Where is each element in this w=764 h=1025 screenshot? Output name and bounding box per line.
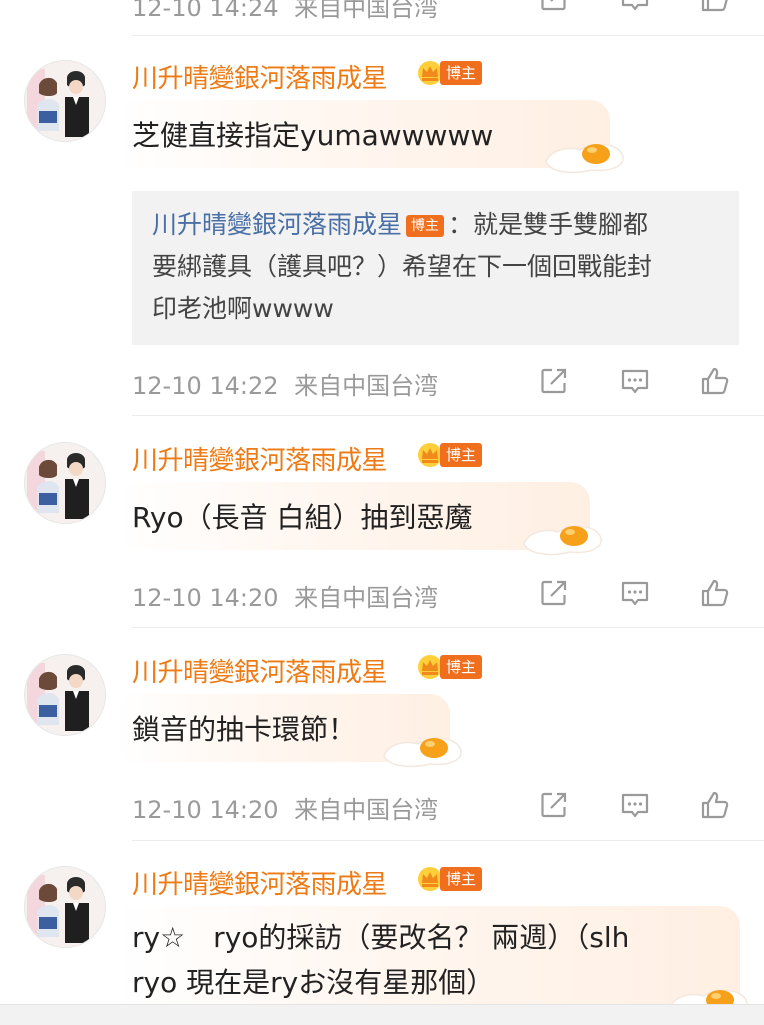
egg-icon: [518, 514, 606, 558]
share-icon[interactable]: [538, 0, 570, 14]
comment-meta: 12-10 14:20 来自中国台湾: [132, 578, 438, 613]
divider: [132, 627, 764, 628]
comment-time: 12-10 14:24: [132, 0, 279, 22]
avatar[interactable]: [24, 654, 106, 736]
avatar[interactable]: [24, 442, 106, 524]
avatar[interactable]: [24, 60, 106, 142]
divider: [132, 35, 764, 36]
author-badge: 博主: [416, 442, 483, 468]
share-icon[interactable]: [538, 789, 570, 821]
comment-source: 来自中国台湾: [294, 372, 439, 400]
avatar[interactable]: [24, 866, 106, 948]
badge-label: 博主: [440, 61, 483, 85]
comment-icon[interactable]: [619, 789, 651, 821]
comment-icon[interactable]: [619, 365, 651, 397]
comment-time: 12-10 14:20: [132, 584, 279, 612]
author-name[interactable]: 川升晴變銀河落雨成星: [132, 652, 388, 689]
share-icon[interactable]: [538, 365, 570, 397]
author-badge: 博主: [416, 60, 483, 86]
divider: [132, 415, 764, 416]
comment-text-line2: ryo 現在是ryお沒有星那個）: [132, 966, 495, 999]
badge-label: 博主: [440, 867, 483, 891]
badge-label: 博主: [440, 443, 483, 467]
quoted-reply-text: 川升晴變銀河落雨成星 博主 ：就是雙手雙腳都 要綁護具（護具吧？）希望在下一個回戰能…: [152, 204, 722, 330]
reply-line2: 要綁護具（護具吧？）希望在下一個回戰能封: [152, 252, 653, 281]
comment-text: 鎖音的抽卡環節！: [132, 713, 357, 746]
comment-time: 12-10 14:20: [132, 796, 279, 824]
divider: [132, 840, 764, 841]
comment-meta: 12-10 14:22 来自中国台湾: [132, 366, 438, 401]
author-name[interactable]: 川升晴變銀河落雨成星: [132, 58, 388, 95]
author-badge: 博主: [416, 654, 483, 680]
comment-source: 来自中国台湾: [294, 796, 439, 824]
badge-label: 博主: [440, 655, 483, 679]
share-icon[interactable]: [538, 577, 570, 609]
comment-text-line1: ry☆ ryo的採訪（要改名？ 兩週）（slh: [132, 921, 630, 954]
comment-icon[interactable]: [619, 0, 651, 14]
reply-badge: 博主: [406, 215, 445, 237]
author-name[interactable]: 川升晴變銀河落雨成星: [132, 864, 388, 901]
egg-icon: [540, 132, 628, 176]
reply-author[interactable]: 川升晴變銀河落雨成星: [152, 210, 402, 239]
comment-source: 来自中国台湾: [294, 0, 439, 22]
reply-line1: ：就是雙手雙腳都: [448, 210, 649, 239]
comment-meta: 12-10 14:24 来自中国台湾: [132, 0, 438, 23]
comment-icon[interactable]: [619, 577, 651, 609]
comment-text: 芝健直接指定yumawwwww: [132, 119, 494, 152]
comment-source: 来自中国台湾: [294, 584, 439, 612]
like-icon[interactable]: [699, 789, 731, 821]
comment-text: Ryo（長音 白組）抽到惡魔: [132, 501, 473, 534]
comment-time: 12-10 14:22: [132, 372, 279, 400]
comment-meta: 12-10 14:20 来自中国台湾: [132, 790, 438, 825]
like-icon[interactable]: [699, 577, 731, 609]
like-icon[interactable]: [699, 365, 731, 397]
like-icon[interactable]: [699, 0, 731, 14]
bottom-bar: [0, 1004, 764, 1025]
egg-icon: [378, 726, 466, 770]
author-badge: 博主: [416, 866, 483, 892]
author-name[interactable]: 川升晴變銀河落雨成星: [132, 440, 388, 477]
reply-line3: 印老池啊wwww: [152, 294, 334, 323]
